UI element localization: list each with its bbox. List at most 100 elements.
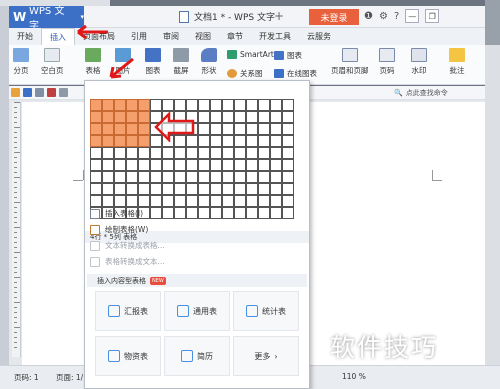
table-grid-cell[interactable] [185, 146, 198, 159]
table-grid-cell[interactable] [149, 206, 162, 219]
table-grid-cell[interactable] [281, 158, 294, 171]
table-grid-cell[interactable] [137, 122, 150, 135]
table-grid-cell[interactable] [233, 146, 246, 159]
table-grid-cell[interactable] [125, 158, 138, 171]
tab-cloud[interactable]: 云服务 [299, 28, 339, 45]
table-grid-cell[interactable] [233, 182, 246, 195]
table-grid-cell[interactable] [101, 98, 114, 111]
table-grid-cell[interactable] [245, 158, 258, 171]
table-grid-cell[interactable] [137, 98, 150, 111]
table-grid-cell[interactable] [197, 182, 210, 195]
table-grid-cell[interactable] [209, 146, 222, 159]
table-grid-cell[interactable] [137, 134, 150, 147]
table-grid-cell[interactable] [245, 170, 258, 183]
table-grid-cell[interactable] [149, 158, 162, 171]
text-to-table-menu-item[interactable]: 文本转换成表格... [90, 240, 165, 251]
table-grid-cell[interactable] [161, 194, 174, 207]
preview-icon[interactable] [59, 88, 68, 97]
table-grid-cell[interactable] [125, 122, 138, 135]
table-grid-cell[interactable] [101, 146, 114, 159]
table-grid-cell[interactable] [113, 194, 126, 207]
table-grid-cell[interactable] [257, 122, 270, 135]
table-grid-cell[interactable] [245, 182, 258, 195]
table-grid-cell[interactable] [125, 182, 138, 195]
draw-table-menu-item[interactable]: 绘制表格(W) [90, 224, 148, 235]
table-grid-cell[interactable] [245, 110, 258, 123]
table-grid-cell[interactable] [257, 194, 270, 207]
template-statistics[interactable]: 统计表 [233, 291, 299, 331]
table-grid-cell[interactable] [113, 158, 126, 171]
zoom-level[interactable]: 110 % [342, 372, 366, 381]
table-grid-cell[interactable] [197, 146, 210, 159]
table-grid-cell[interactable] [245, 146, 258, 159]
new-tab-icon[interactable]: + [274, 9, 284, 23]
table-grid-cell[interactable] [89, 110, 102, 123]
table-grid-cell[interactable] [161, 206, 174, 219]
table-grid-cell[interactable] [269, 206, 282, 219]
table-grid-cell[interactable] [125, 146, 138, 159]
table-grid-cell[interactable] [185, 182, 198, 195]
tab-references[interactable]: 引用 [123, 28, 155, 45]
table-grid-cell[interactable] [173, 194, 186, 207]
table-grid-cell[interactable] [113, 110, 126, 123]
shapes-button[interactable]: 形状 [201, 48, 217, 76]
table-grid-cell[interactable] [269, 122, 282, 135]
table-grid-cell[interactable] [221, 182, 234, 195]
table-grid-cell[interactable] [89, 134, 102, 147]
table-grid-cell[interactable] [221, 134, 234, 147]
table-grid-cell[interactable] [245, 134, 258, 147]
table-grid-cell[interactable] [173, 158, 186, 171]
table-grid-cell[interactable] [161, 170, 174, 183]
table-grid-cell[interactable] [197, 110, 210, 123]
table-grid-cell[interactable] [221, 158, 234, 171]
table-grid-cell[interactable] [209, 158, 222, 171]
table-grid-cell[interactable] [269, 110, 282, 123]
table-grid-cell[interactable] [89, 170, 102, 183]
table-grid-cell[interactable] [281, 182, 294, 195]
table-grid-cell[interactable] [233, 206, 246, 219]
chart-button[interactable]: 图表 [145, 48, 161, 76]
table-grid-cell[interactable] [149, 194, 162, 207]
help-icon[interactable]: ? [394, 11, 399, 22]
table-grid-cell[interactable] [113, 170, 126, 183]
vertical-scrollbar[interactable] [485, 45, 500, 365]
table-grid-cell[interactable] [173, 146, 186, 159]
table-grid-cell[interactable] [101, 122, 114, 135]
skin-icon[interactable]: ❶ [364, 11, 373, 22]
table-button[interactable]: 表格 [85, 48, 101, 76]
table-grid-cell[interactable] [137, 194, 150, 207]
tab-view[interactable]: 视图 [187, 28, 219, 45]
table-grid-cell[interactable] [113, 182, 126, 195]
table-grid-cell[interactable] [281, 122, 294, 135]
table-grid-cell[interactable] [209, 206, 222, 219]
template-more[interactable]: 更多 › [233, 336, 299, 376]
gear-icon[interactable]: ⚙ [379, 11, 388, 22]
table-grid-cell[interactable] [221, 170, 234, 183]
table-grid-cell[interactable] [257, 134, 270, 147]
table-grid-cell[interactable] [245, 206, 258, 219]
table-grid-cell[interactable] [137, 170, 150, 183]
table-grid-cell[interactable] [281, 134, 294, 147]
table-grid-cell[interactable] [269, 146, 282, 159]
table-grid-cell[interactable] [257, 206, 270, 219]
table-grid-cell[interactable] [173, 182, 186, 195]
table-grid-cell[interactable] [89, 98, 102, 111]
table-grid-cell[interactable] [221, 206, 234, 219]
page-break-button[interactable]: 分页 [13, 48, 29, 76]
table-grid-cell[interactable] [233, 134, 246, 147]
table-grid-cell[interactable] [161, 98, 174, 111]
table-grid-cell[interactable] [149, 98, 162, 111]
table-grid-cell[interactable] [149, 170, 162, 183]
table-grid-cell[interactable] [185, 194, 198, 207]
table-grid-cell[interactable] [209, 122, 222, 135]
watermark-button[interactable]: 水印 [411, 48, 427, 76]
table-grid-cell[interactable] [257, 146, 270, 159]
table-grid-cell[interactable] [281, 170, 294, 183]
table-grid-cell[interactable] [257, 110, 270, 123]
table-grid-cell[interactable] [281, 110, 294, 123]
table-grid-cell[interactable] [269, 98, 282, 111]
chart-small-button[interactable]: 图表 [274, 50, 302, 61]
table-grid-cell[interactable] [101, 194, 114, 207]
table-grid-cell[interactable] [245, 194, 258, 207]
page-number-button[interactable]: 页码 [379, 48, 395, 76]
